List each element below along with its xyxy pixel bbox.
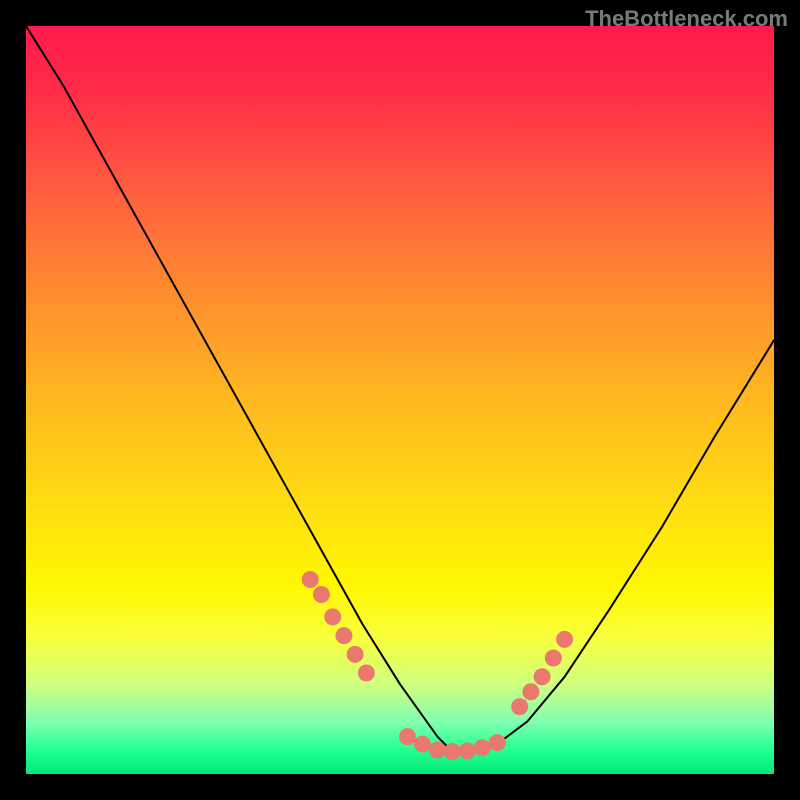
data-point: [302, 571, 319, 588]
plot-area: [26, 26, 774, 774]
data-point: [358, 665, 375, 682]
data-point: [313, 586, 330, 603]
data-point: [324, 608, 341, 625]
curve-path: [26, 26, 774, 752]
data-point: [414, 736, 431, 753]
data-points: [302, 571, 573, 760]
bottleneck-curve-path: [26, 26, 774, 752]
data-point: [556, 631, 573, 648]
data-point: [545, 650, 562, 667]
chart-svg: [26, 26, 774, 774]
data-point: [335, 627, 352, 644]
data-point: [474, 739, 491, 756]
data-point: [444, 743, 461, 760]
watermark-text: TheBottleneck.com: [585, 6, 788, 32]
data-point: [429, 742, 446, 759]
data-point: [459, 742, 476, 759]
data-point: [511, 698, 528, 715]
data-point: [522, 683, 539, 700]
data-point: [489, 734, 506, 751]
data-point: [347, 646, 364, 663]
data-point: [399, 728, 416, 745]
data-point: [534, 668, 551, 685]
